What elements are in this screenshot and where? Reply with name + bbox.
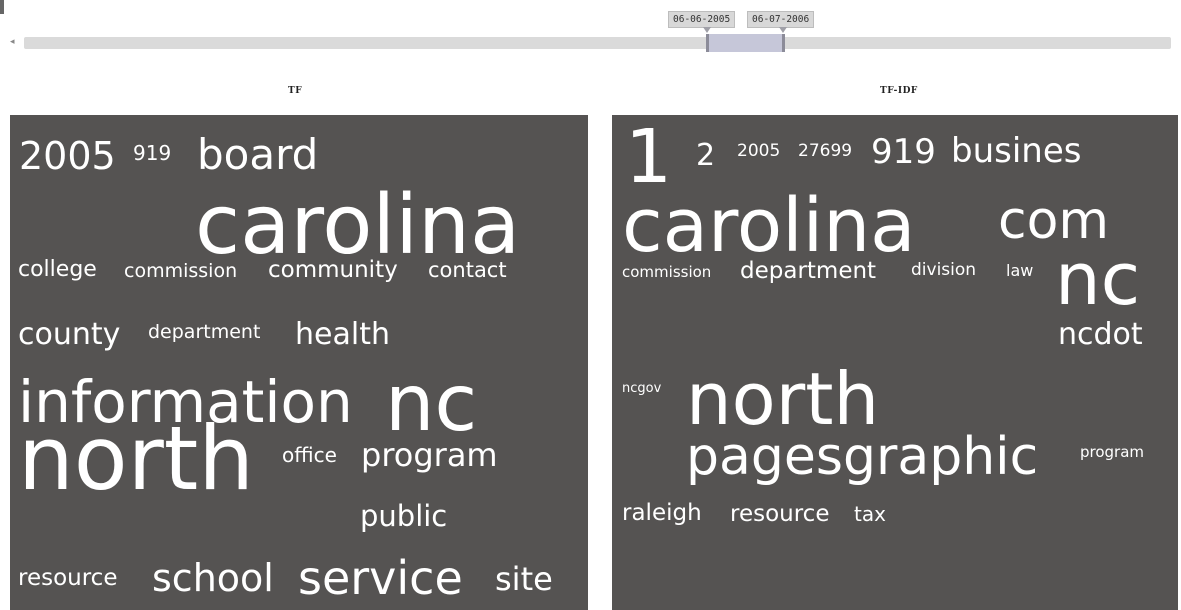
tfidf-word[interactable]: program: [1080, 445, 1144, 460]
tfidf-word[interactable]: commission: [622, 265, 711, 280]
tf-word[interactable]: program: [361, 439, 498, 471]
tf-word[interactable]: office: [282, 445, 337, 465]
tfidf-word[interactable]: 27699: [798, 143, 852, 160]
tf-word[interactable]: site: [495, 563, 553, 595]
tf-word[interactable]: school: [152, 559, 274, 597]
end-date-pointer-icon: [779, 27, 787, 33]
tfidf-word[interactable]: 919: [871, 135, 936, 169]
timeline-start-date-label: 06-06-2005: [668, 11, 736, 28]
tf-word[interactable]: board: [197, 134, 318, 176]
tf-word[interactable]: public: [360, 502, 447, 531]
tfidf-word[interactable]: resource: [730, 503, 829, 526]
tf-word[interactable]: carolina: [195, 185, 520, 267]
tfidf-word[interactable]: tax: [854, 504, 886, 524]
timeline-right-end-marker[interactable]: [0, 0, 4, 14]
tf-word[interactable]: health: [295, 320, 390, 350]
tf-word[interactable]: college: [18, 259, 97, 281]
tfidf-word[interactable]: raleigh: [622, 502, 702, 525]
tfidf-word[interactable]: carolina: [622, 189, 915, 263]
tf-word[interactable]: department: [148, 323, 260, 342]
tfidf-word[interactable]: nc: [1055, 243, 1140, 315]
start-date-pointer-icon: [703, 27, 711, 33]
timeline-end-date-label: 06-07-2006: [747, 11, 815, 28]
timeline-slider[interactable]: ◂ 06-06-2005 06-07-2006: [0, 0, 1181, 60]
tf-word-cloud: 2005 919 board carolina college commissi…: [10, 115, 588, 610]
tfidf-word[interactable]: north: [686, 363, 879, 435]
tfidf-word[interactable]: 2005: [737, 143, 780, 160]
timeline-track[interactable]: [24, 37, 1171, 49]
tf-word[interactable]: community: [268, 259, 398, 282]
tf-word[interactable]: county: [18, 320, 120, 350]
tf-word[interactable]: commission: [124, 262, 237, 281]
timeline-left-arrow-icon[interactable]: ◂: [10, 37, 15, 47]
tf-word[interactable]: contact: [428, 260, 507, 281]
tfidf-word[interactable]: ncdot: [1058, 320, 1143, 350]
tf-word[interactable]: 919: [133, 143, 171, 163]
tfidf-word[interactable]: pagesgraphic: [686, 431, 1038, 483]
tfidf-word[interactable]: law: [1006, 263, 1033, 279]
timeline-end-handle[interactable]: [782, 34, 785, 52]
tfidf-panel-title: TF-IDF: [880, 86, 918, 96]
tfidf-word-cloud: 1 2 2005 27699 919 busines carolina com …: [612, 115, 1178, 610]
tfidf-word[interactable]: department: [740, 260, 876, 283]
tfidf-word[interactable]: busines: [951, 134, 1081, 168]
tf-word[interactable]: nc: [385, 365, 477, 443]
tfidf-word[interactable]: 2: [696, 141, 715, 171]
tf-panel-title: TF: [288, 86, 303, 96]
tfidf-word[interactable]: division: [911, 262, 976, 279]
tf-word[interactable]: resource: [18, 567, 117, 590]
timeline-selected-range[interactable]: [708, 34, 784, 52]
tf-word[interactable]: north: [18, 415, 254, 503]
tf-word[interactable]: 2005: [19, 137, 116, 175]
tf-word[interactable]: service: [298, 555, 463, 601]
tfidf-word[interactable]: ncgov: [622, 382, 661, 395]
timeline-start-handle[interactable]: [706, 34, 709, 52]
